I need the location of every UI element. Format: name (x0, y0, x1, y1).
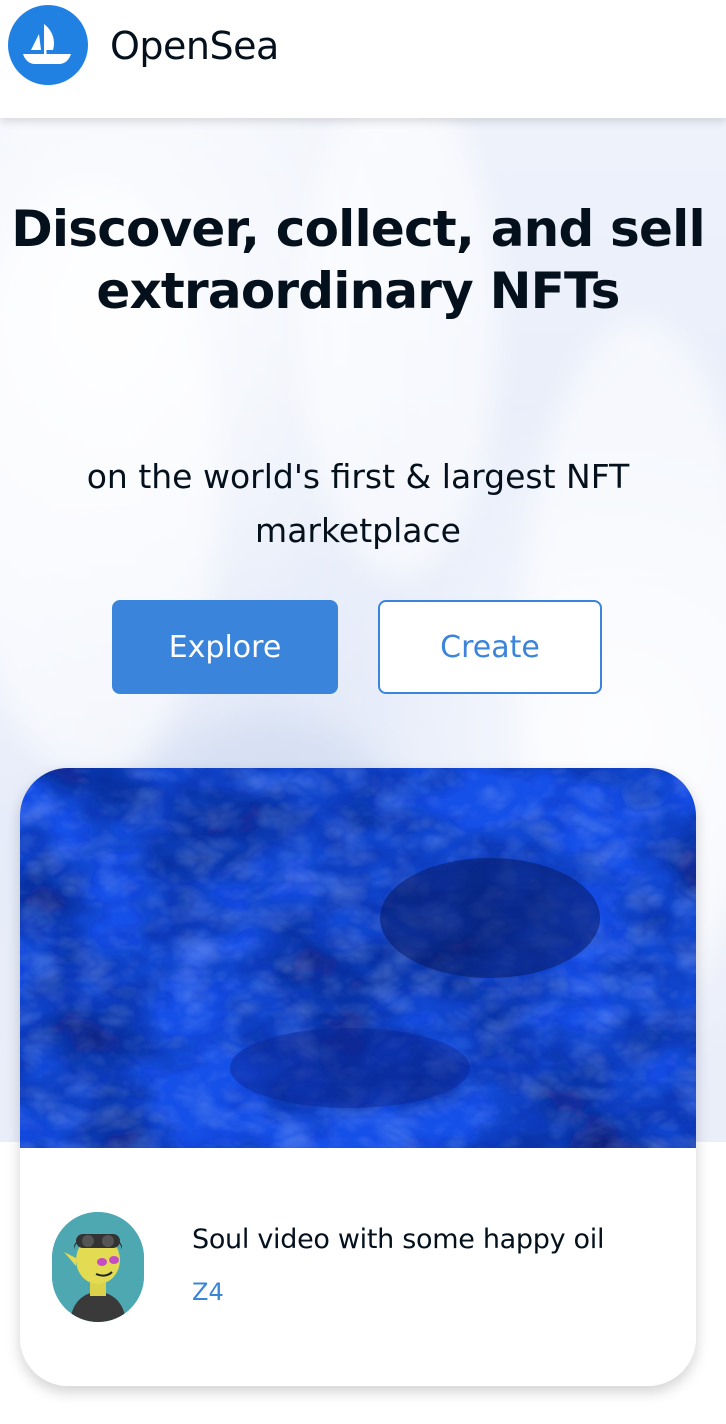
creator-link[interactable]: Z4 (192, 1278, 224, 1306)
create-button[interactable]: Create (378, 600, 602, 694)
nft-info: Soul video with some happy oil Z4 (20, 1148, 696, 1386)
nft-media[interactable] (20, 768, 696, 1148)
page: OpenSea Discover, collect, and sell extr… (0, 0, 726, 1424)
creator-avatar[interactable] (52, 1212, 144, 1322)
explore-button[interactable]: Explore (112, 600, 338, 694)
top-header: OpenSea (0, 0, 726, 118)
opensea-logo-icon[interactable] (8, 5, 88, 85)
hero-headline: Discover, collect, and sell extraordinar… (11, 200, 705, 320)
featured-nft-card[interactable]: Soul video with some happy oil Z4 (20, 768, 696, 1386)
nft-title[interactable]: Soul video with some happy oil (192, 1224, 604, 1255)
hero-subheadline: on the world's first & largest NFT marke… (86, 457, 630, 550)
brand-name[interactable]: OpenSea (110, 24, 279, 68)
